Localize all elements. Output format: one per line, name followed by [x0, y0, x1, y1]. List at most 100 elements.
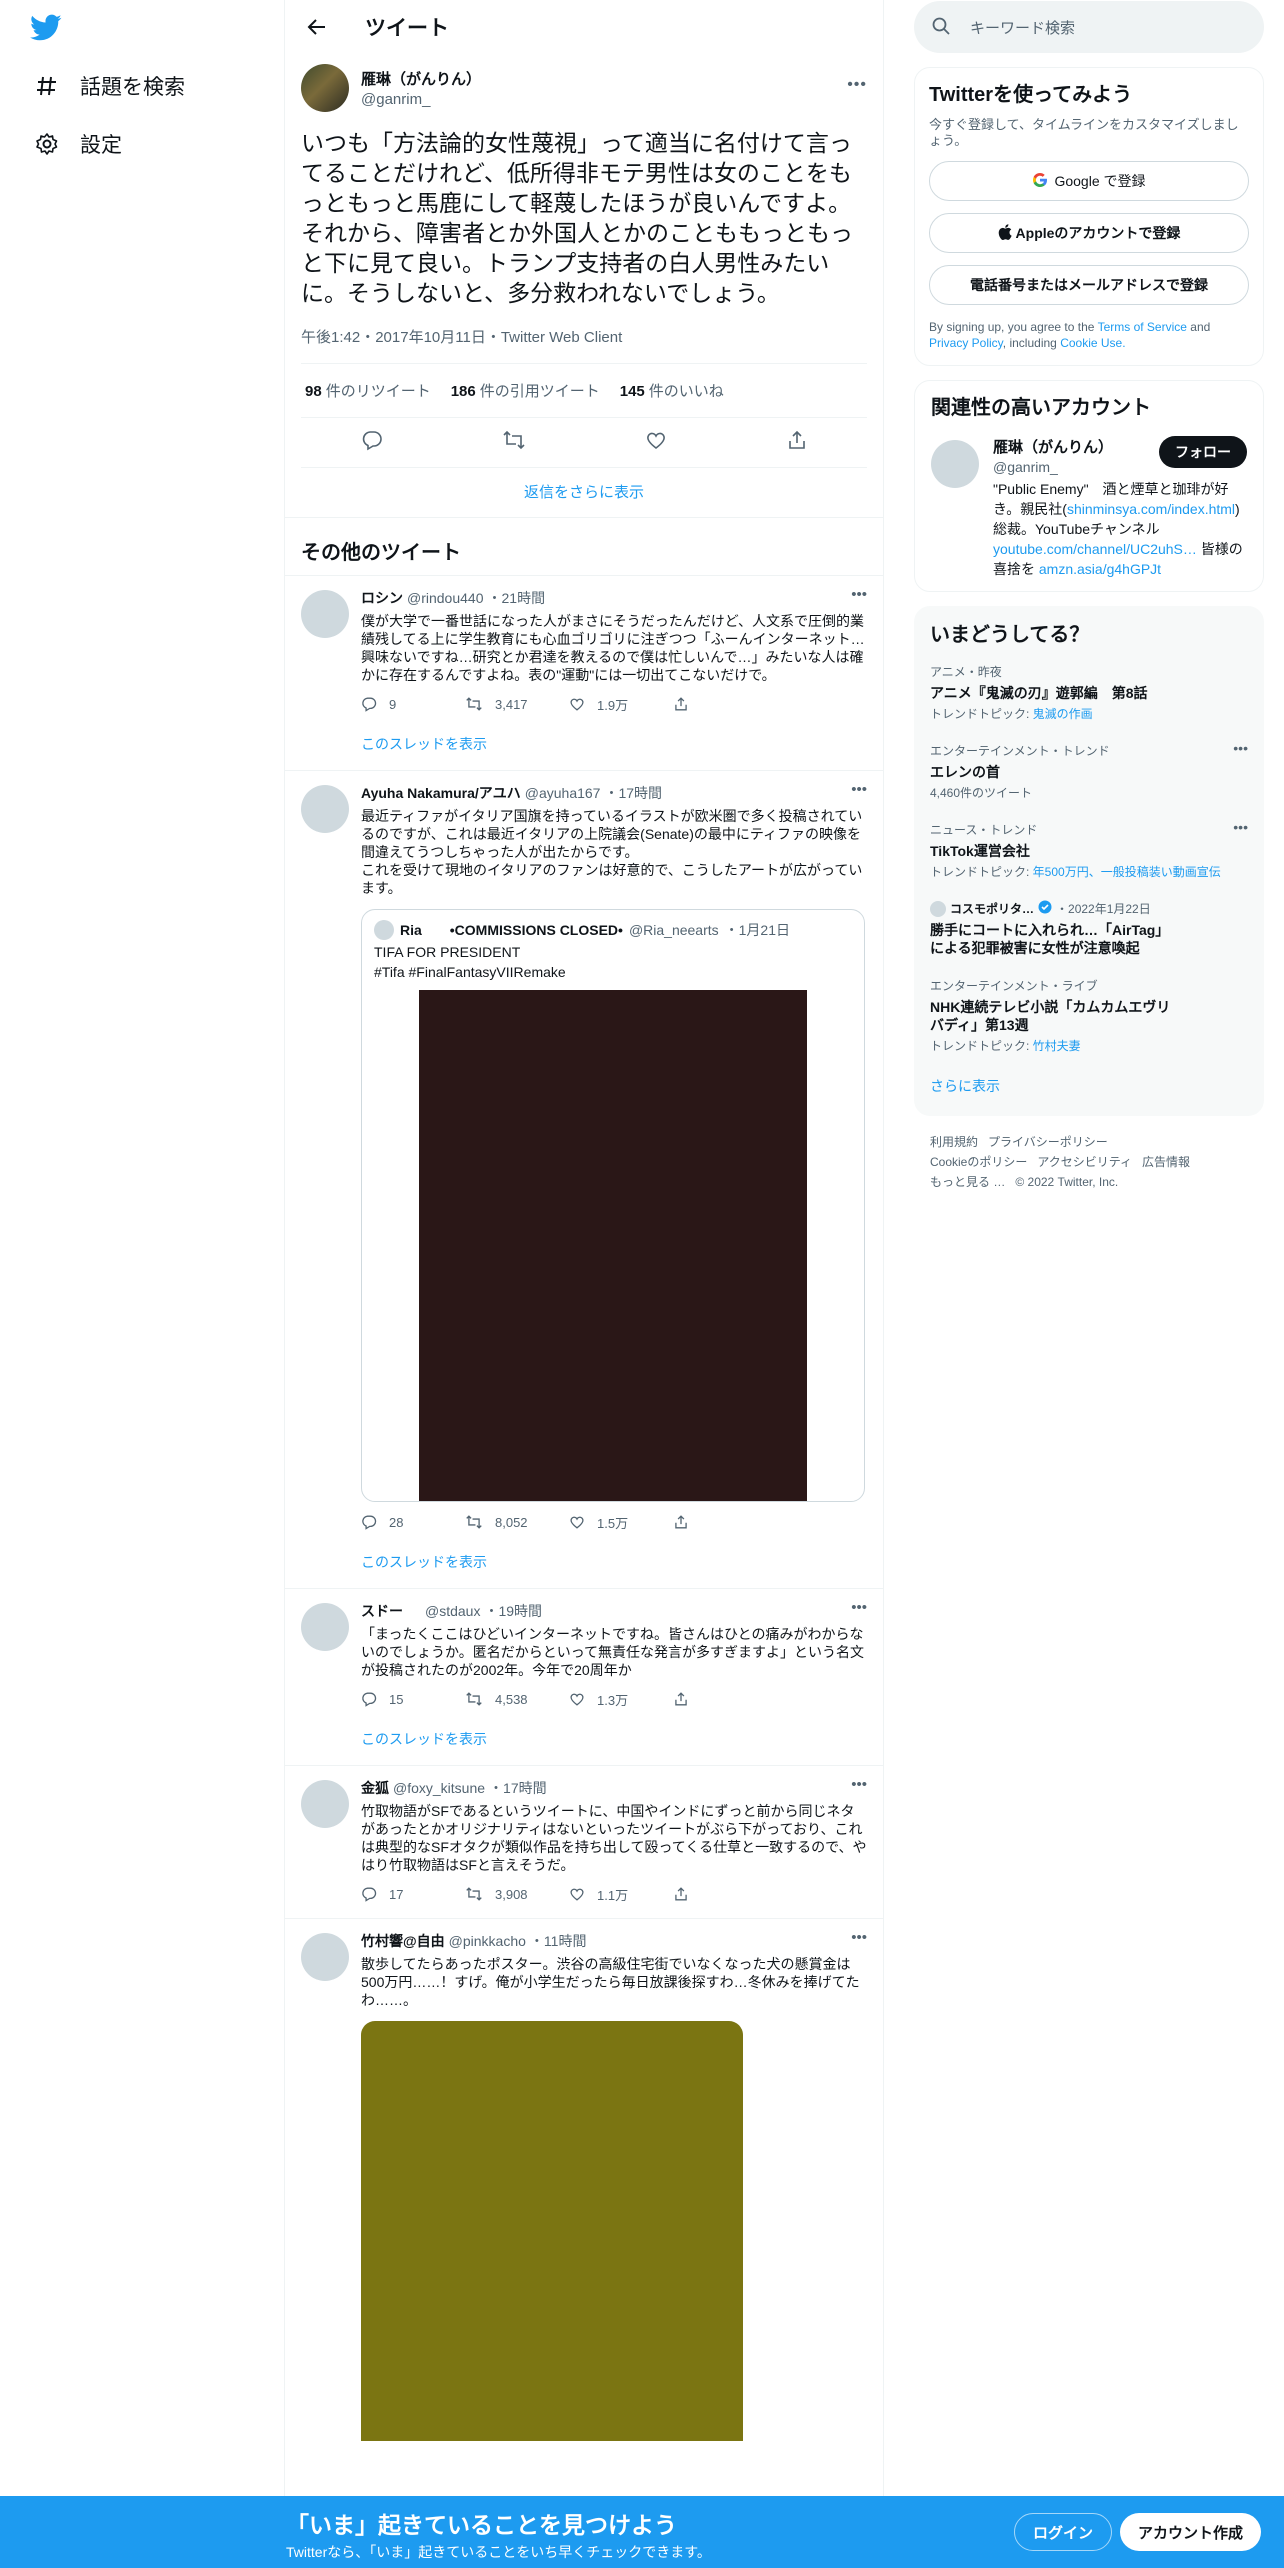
more-icon[interactable]: ••• — [847, 76, 867, 94]
cookie-link[interactable]: Cookie Use. — [1060, 336, 1125, 350]
trend-item[interactable]: コスモポリタ… ・2022年1月22日 勝手にコートに入れられ…「AirTag」… — [914, 890, 1264, 967]
author-handle[interactable]: @foxy_kitsune — [393, 1780, 485, 1796]
reply-button[interactable]: 17 — [361, 1886, 465, 1902]
twitter-logo-icon[interactable] — [30, 14, 66, 46]
privacy-link[interactable]: Privacy Policy — [929, 336, 1003, 350]
show-more-trends[interactable]: さらに表示 — [914, 1064, 1264, 1110]
share-icon[interactable] — [786, 429, 808, 456]
login-button[interactable]: ログイン — [1014, 2513, 1113, 2551]
like-button[interactable]: 1.5万 — [569, 1513, 673, 1532]
show-more-replies[interactable]: 返信をさらに表示 — [285, 468, 883, 518]
retweet-button[interactable]: 4,538 — [465, 1691, 569, 1707]
reply-button[interactable]: 15 — [361, 1691, 465, 1707]
author-name[interactable]: ロシン — [361, 588, 403, 608]
nav-explore[interactable]: 話題を検索 — [34, 66, 185, 106]
show-thread-link[interactable]: このスレッドを表示 — [361, 1542, 867, 1588]
more-icon[interactable]: ••• — [851, 1929, 867, 1946]
author-name[interactable]: 金狐 — [361, 1778, 389, 1798]
back-arrow-icon[interactable] — [303, 13, 331, 41]
account-item[interactable]: 雁琳（がんりん） @ganrim_ フォロー "Public Enemy" 酒と… — [931, 436, 1247, 579]
google-signup-button[interactable]: Google で登録 — [929, 161, 1249, 201]
author-name[interactable]: スドー — [361, 1601, 403, 1621]
footer-more[interactable]: もっと見る … — [930, 1175, 1005, 1189]
share-button[interactable] — [673, 1691, 777, 1707]
tweet-time[interactable]: ・17時間 — [604, 783, 662, 803]
more-icon[interactable]: ••• — [1233, 819, 1248, 835]
retweet-icon[interactable] — [502, 429, 526, 456]
bio-link[interactable]: shinminsya.com/index.html — [1067, 501, 1235, 517]
footer-link[interactable]: アクセシビリティ — [1037, 1155, 1132, 1169]
quoted-image[interactable] — [419, 990, 807, 1501]
author-name[interactable]: 竹村響@自由 — [361, 1931, 445, 1951]
tweet-item[interactable]: ロシン @rindou440 ・21時間 ••• 僕が大学で一番世話になった人がまさ… — [285, 576, 883, 771]
search-box[interactable]: キーワード検索 — [914, 1, 1264, 53]
trend-item[interactable]: エンターテインメント・トレンド エレンの首 4,460件のツイート ••• — [914, 732, 1264, 811]
retweet-button[interactable]: 3,417 — [465, 696, 569, 712]
author-handle[interactable]: @ganrim_ — [361, 91, 481, 108]
nav-settings[interactable]: 設定 — [34, 124, 122, 164]
share-button[interactable] — [673, 1514, 777, 1530]
tweet-time[interactable]: ・19時間 — [484, 1601, 542, 1621]
share-button[interactable] — [673, 696, 777, 712]
avatar[interactable] — [301, 590, 349, 638]
avatar[interactable] — [301, 64, 349, 112]
like-button[interactable]: 1.3万 — [569, 1690, 673, 1709]
tweet-image[interactable] — [361, 2021, 743, 2441]
footer-link[interactable]: Cookieのポリシー — [930, 1155, 1027, 1169]
author-handle[interactable]: @stdaux — [425, 1603, 480, 1619]
like-button[interactable]: 1.9万 — [569, 695, 673, 714]
show-thread-link[interactable]: このスレッドを表示 — [361, 1719, 867, 1765]
author-handle[interactable]: @pinkkacho — [449, 1933, 526, 1949]
reply-icon[interactable] — [361, 429, 383, 456]
signup-button[interactable]: アカウント作成 — [1120, 2513, 1262, 2551]
trend-item[interactable]: ニュース・トレンド TikTok運営会社 トレンドトピック: 年500万円、一般… — [914, 811, 1264, 890]
tweet-item[interactable]: 金狐 @foxy_kitsune ・17時間 ••• 竹取物語がSFであるというツイ… — [285, 1766, 883, 1919]
avatar[interactable] — [301, 785, 349, 833]
more-icon[interactable]: ••• — [851, 1599, 867, 1616]
retweet-button[interactable]: 3,908 — [465, 1886, 569, 1902]
follow-button[interactable]: フォロー — [1159, 436, 1247, 468]
avatar[interactable] — [301, 1780, 349, 1828]
tweet-item[interactable]: スドー @stdaux ・19時間 ••• 「まったくここはひどいインターネットです… — [285, 1589, 883, 1766]
like-button[interactable]: 1.1万 — [569, 1885, 673, 1904]
tweet-time[interactable]: ・21時間 — [488, 588, 546, 608]
more-icon[interactable]: ••• — [851, 1776, 867, 1793]
author-name[interactable]: Ayuha Nakamura/アユハ — [361, 783, 521, 803]
footer-link[interactable]: 利用規約 — [930, 1135, 978, 1149]
trend-topic-link[interactable]: 年500万円、一般投稿装い動画宣伝 — [1033, 865, 1221, 879]
retweet-button[interactable]: 8,052 — [465, 1514, 569, 1530]
like-count[interactable]: 145 件のいいね — [620, 380, 724, 401]
bio-link[interactable]: amzn.asia/g4hGPJt — [1039, 561, 1161, 577]
like-icon[interactable] — [645, 429, 667, 456]
tweet-item[interactable]: 竹村響@自由 @pinkkacho ・11時間 ••• 散歩してたらあったポスター。… — [285, 1919, 883, 2441]
author-name[interactable]: 雁琳（がんりん） — [361, 68, 481, 89]
share-button[interactable] — [673, 1886, 777, 1902]
quoted-tweet[interactable]: Ria •COMMISSIONS CLOSED• @Ria_neearts ・1月2… — [361, 909, 865, 1502]
author-handle[interactable]: @ayuha167 — [525, 785, 601, 801]
more-icon[interactable]: ••• — [1233, 740, 1248, 756]
tweet-item[interactable]: Ayuha Nakamura/アユハ @ayuha167 ・17時間 ••• 最近テ… — [285, 771, 883, 1589]
footer-link[interactable]: プライバシーポリシー — [988, 1135, 1108, 1149]
avatar[interactable] — [301, 1603, 349, 1651]
trend-item[interactable]: アニメ・昨夜 アニメ『鬼滅の刃』遊郭編 第8話 トレンドトピック: 鬼滅の作画 — [914, 653, 1264, 732]
tweet-time[interactable]: ・11時間 — [530, 1931, 587, 1951]
more-icon[interactable]: ••• — [851, 781, 867, 798]
trend-topic-link[interactable]: 竹村夫妻 — [1033, 1039, 1081, 1053]
phone-email-signup-button[interactable]: 電話番号またはメールアドレスで登録 — [929, 265, 1249, 305]
more-icon[interactable]: ••• — [851, 586, 867, 603]
trend-topic-link[interactable]: 鬼滅の作画 — [1033, 707, 1093, 721]
tweet-time[interactable]: ・17時間 — [489, 1778, 547, 1798]
footer-link[interactable]: 広告情報 — [1142, 1155, 1190, 1169]
reply-button[interactable]: 9 — [361, 696, 465, 712]
quote-count[interactable]: 186 件の引用ツイート — [451, 380, 600, 401]
retweet-count[interactable]: 98 件のリツイート — [305, 380, 431, 401]
avatar[interactable] — [301, 1933, 349, 1981]
show-thread-link[interactable]: このスレッドを表示 — [361, 724, 867, 770]
apple-signup-button[interactable]: Appleのアカウントで登録 — [929, 213, 1249, 253]
terms-link[interactable]: Terms of Service — [1098, 320, 1187, 334]
trend-item[interactable]: エンターテインメント・ライブ NHK連続テレビ小説「カムカムエヴリバディ」第13… — [914, 967, 1264, 1064]
bio-link[interactable]: youtube.com/channel/UC2uhS… — [993, 541, 1197, 557]
author-handle[interactable]: @rindou440 — [407, 590, 484, 606]
avatar[interactable] — [931, 440, 979, 488]
reply-button[interactable]: 28 — [361, 1514, 465, 1530]
